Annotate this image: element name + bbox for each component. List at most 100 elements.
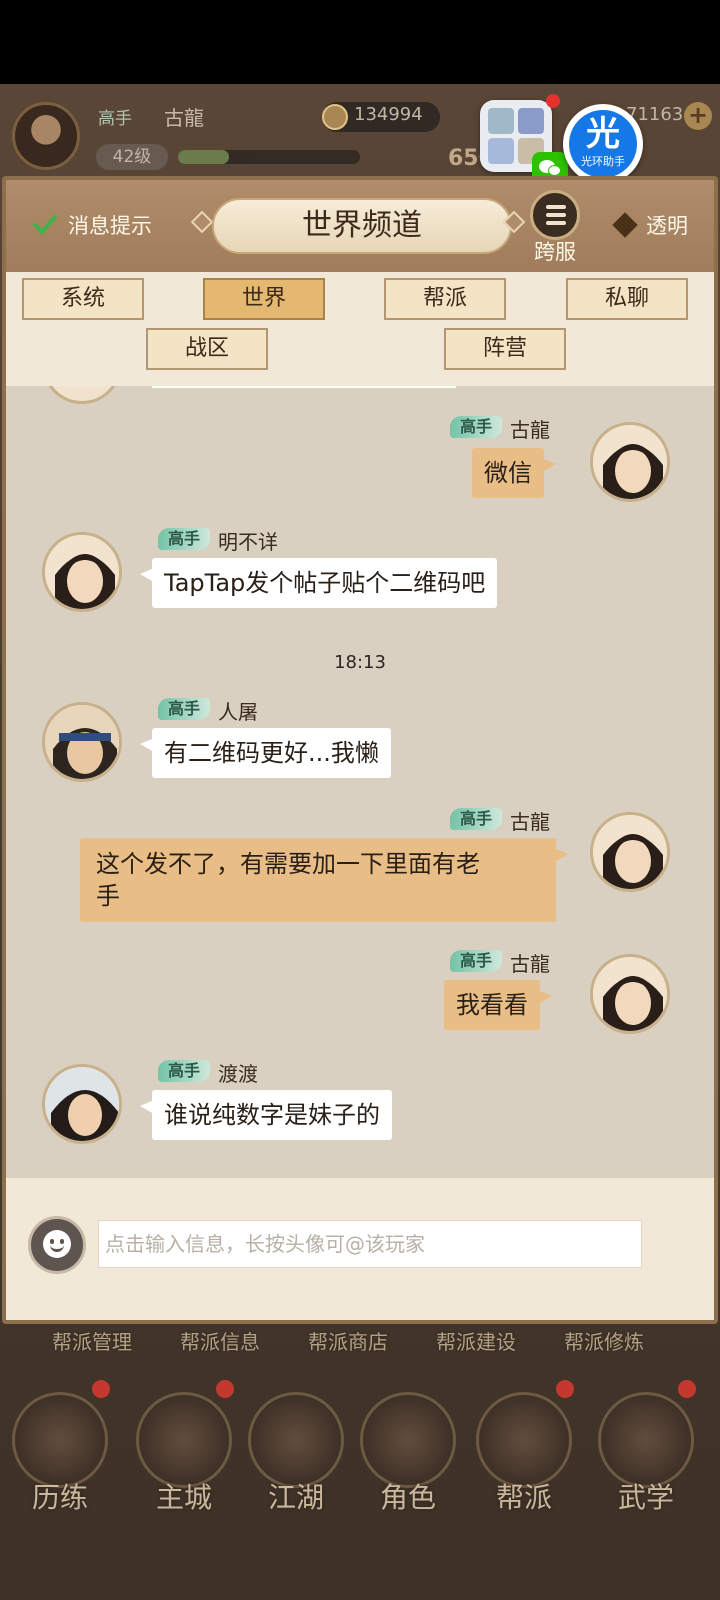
nav-training[interactable]: 历练 <box>0 1372 120 1572</box>
left-ornament-icon <box>190 210 214 234</box>
bottom-nav: 历练 主城 江湖 角色 帮派 武学 <box>0 1372 720 1600</box>
tab-private[interactable]: 私聊 <box>566 278 688 320</box>
player-avatar[interactable] <box>12 102 80 170</box>
tab-war-zone[interactable]: 战区 <box>146 328 268 370</box>
nav-martial-arts[interactable]: 武学 <box>586 1372 706 1572</box>
rank-badge: 高手 <box>158 1060 211 1082</box>
player-portrait-icon <box>45 535 119 609</box>
chat-input[interactable]: 点击输入信息，长按头像可@该玩家 <box>98 1220 642 1268</box>
smiley-icon <box>43 1230 71 1258</box>
tab-guild[interactable]: 帮派 <box>384 278 506 320</box>
player-portrait-icon <box>593 815 667 889</box>
message-tip-toggle[interactable]: 消息提示 <box>68 210 152 240</box>
guild-menu-info[interactable]: 帮派信息 <box>180 1326 260 1355</box>
notification-dot <box>546 94 560 108</box>
cross-server-label: 跨服 <box>534 240 576 264</box>
avatar[interactable] <box>590 954 670 1034</box>
rank-badge: 高手 <box>158 528 211 550</box>
nav-guild[interactable]: 帮派 <box>464 1372 584 1572</box>
character-icon <box>360 1392 456 1488</box>
sword-icon <box>248 1392 344 1488</box>
nav-main-city[interactable]: 主城 <box>124 1372 244 1572</box>
check-icon[interactable] <box>32 212 58 238</box>
notification-dot <box>92 1380 110 1398</box>
chat-bubble[interactable]: 微信 <box>472 448 556 498</box>
sender-name: 明不详 <box>218 530 278 554</box>
rank-badge: 高手 <box>158 698 211 720</box>
guild-menu: 帮派管理 帮派信息 帮派商店 帮派建设 帮派修炼 <box>0 1320 720 1360</box>
coin-value: 134994 <box>354 104 423 125</box>
notification-dot <box>216 1380 234 1398</box>
chat-bubble[interactable]: 这个发不了，有需要加一下里面有老 手 <box>80 838 568 922</box>
chat-bubble[interactable]: 有二维码更好...我懒 <box>140 728 391 778</box>
tab-world[interactable]: 世界 <box>203 278 325 320</box>
chat-bubble-line: 这个发不了，有需要加一下里面有老 <box>96 850 480 878</box>
nav-label: 江湖 <box>267 1481 324 1514</box>
chat-bubble[interactable]: 谁说纯数字是妹子的 <box>140 1090 392 1140</box>
avatar[interactable] <box>42 1064 122 1144</box>
emoji-button[interactable] <box>28 1216 86 1274</box>
player-name: 古龍 <box>164 106 204 130</box>
player-rank: 高手 <box>98 109 132 129</box>
chat-message-list[interactable]: 高手 古龍 微信 高手 明不详 TapTap发个帖子贴个二维码吧 18:13 高… <box>6 386 714 1178</box>
guild-menu-shop[interactable]: 帮派商店 <box>308 1326 388 1355</box>
tab-system[interactable]: 系统 <box>22 278 144 320</box>
channel-tabs: 系统 世界 帮派 私聊 战区 阵营 <box>6 272 714 386</box>
chat-panel: 消息提示 世界频道 跨服 透明 系统 世界 帮派 私聊 战区 阵营 高手 古龍 … <box>2 176 718 1324</box>
avatar[interactable] <box>590 812 670 892</box>
exp-bar <box>178 150 360 164</box>
nav-character[interactable]: 角色 <box>348 1372 468 1572</box>
nav-label: 武学 <box>617 1481 674 1514</box>
guild-emblem-icon <box>476 1392 572 1488</box>
guild-menu-manage[interactable]: 帮派管理 <box>52 1326 132 1355</box>
player-portrait-icon <box>45 705 119 779</box>
halo-assistant-button[interactable]: 光 光环助手 <box>563 104 643 184</box>
chat-bubble[interactable]: TapTap发个帖子贴个二维码吧 <box>139 558 498 608</box>
halo-logo-icon: 光 <box>586 114 620 154</box>
guild-menu-build[interactable]: 帮派建设 <box>436 1326 516 1355</box>
avatar[interactable] <box>42 532 122 612</box>
nav-label: 历练 <box>31 1481 88 1514</box>
panel-header: 消息提示 世界频道 跨服 透明 <box>6 180 714 272</box>
avatar[interactable] <box>590 422 670 502</box>
rank-badge: 高手 <box>450 416 503 438</box>
transparent-label[interactable]: 透明 <box>646 210 688 240</box>
chat-bubble-line: 手 <box>96 882 120 910</box>
add-gold-button[interactable]: + <box>684 102 712 130</box>
sender-name: 古龍 <box>510 810 550 834</box>
rank-badge: 高手 <box>450 950 503 972</box>
coin-icon <box>322 104 348 130</box>
sender-name: 古龍 <box>510 418 550 442</box>
sender-name: 古龍 <box>510 952 550 976</box>
nav-label: 主城 <box>155 1481 212 1514</box>
player-portrait-icon <box>593 957 667 1031</box>
sender-name: 渡渡 <box>218 1062 258 1086</box>
player-portrait-icon <box>593 425 667 499</box>
player-level: 42级 <box>96 144 168 170</box>
notification-dot <box>556 1380 574 1398</box>
input-bar: 点击输入信息，长按头像可@该玩家 <box>6 1178 714 1320</box>
guild-menu-train[interactable]: 帮派修炼 <box>564 1326 644 1355</box>
notification-dot <box>678 1380 696 1398</box>
list-icon <box>530 190 580 240</box>
player-portrait-icon <box>45 1067 119 1141</box>
nav-label: 帮派 <box>495 1481 552 1514</box>
channel-title: 世界频道 <box>302 208 422 243</box>
rank-badge: 高手 <box>450 808 503 830</box>
cut-off-bubble <box>152 386 456 388</box>
city-gate-icon <box>136 1392 232 1488</box>
avatar[interactable] <box>42 702 122 782</box>
nav-label: 角色 <box>379 1481 436 1514</box>
halo-label: 光环助手 <box>581 155 625 168</box>
timestamp: 18:13 <box>334 652 386 673</box>
transparent-toggle-icon[interactable] <box>612 212 638 238</box>
scroll-icon <box>598 1392 694 1488</box>
chat-bubble[interactable]: 我看看 <box>444 980 552 1030</box>
sender-name: 人屠 <box>218 700 258 724</box>
nav-jianghu[interactable]: 江湖 <box>236 1372 356 1572</box>
channel-title-plate: 世界频道 <box>212 198 512 254</box>
training-icon <box>12 1392 108 1488</box>
avatar[interactable] <box>42 386 122 404</box>
tab-faction[interactable]: 阵营 <box>444 328 566 370</box>
cross-server-button[interactable]: 跨服 <box>524 190 586 268</box>
